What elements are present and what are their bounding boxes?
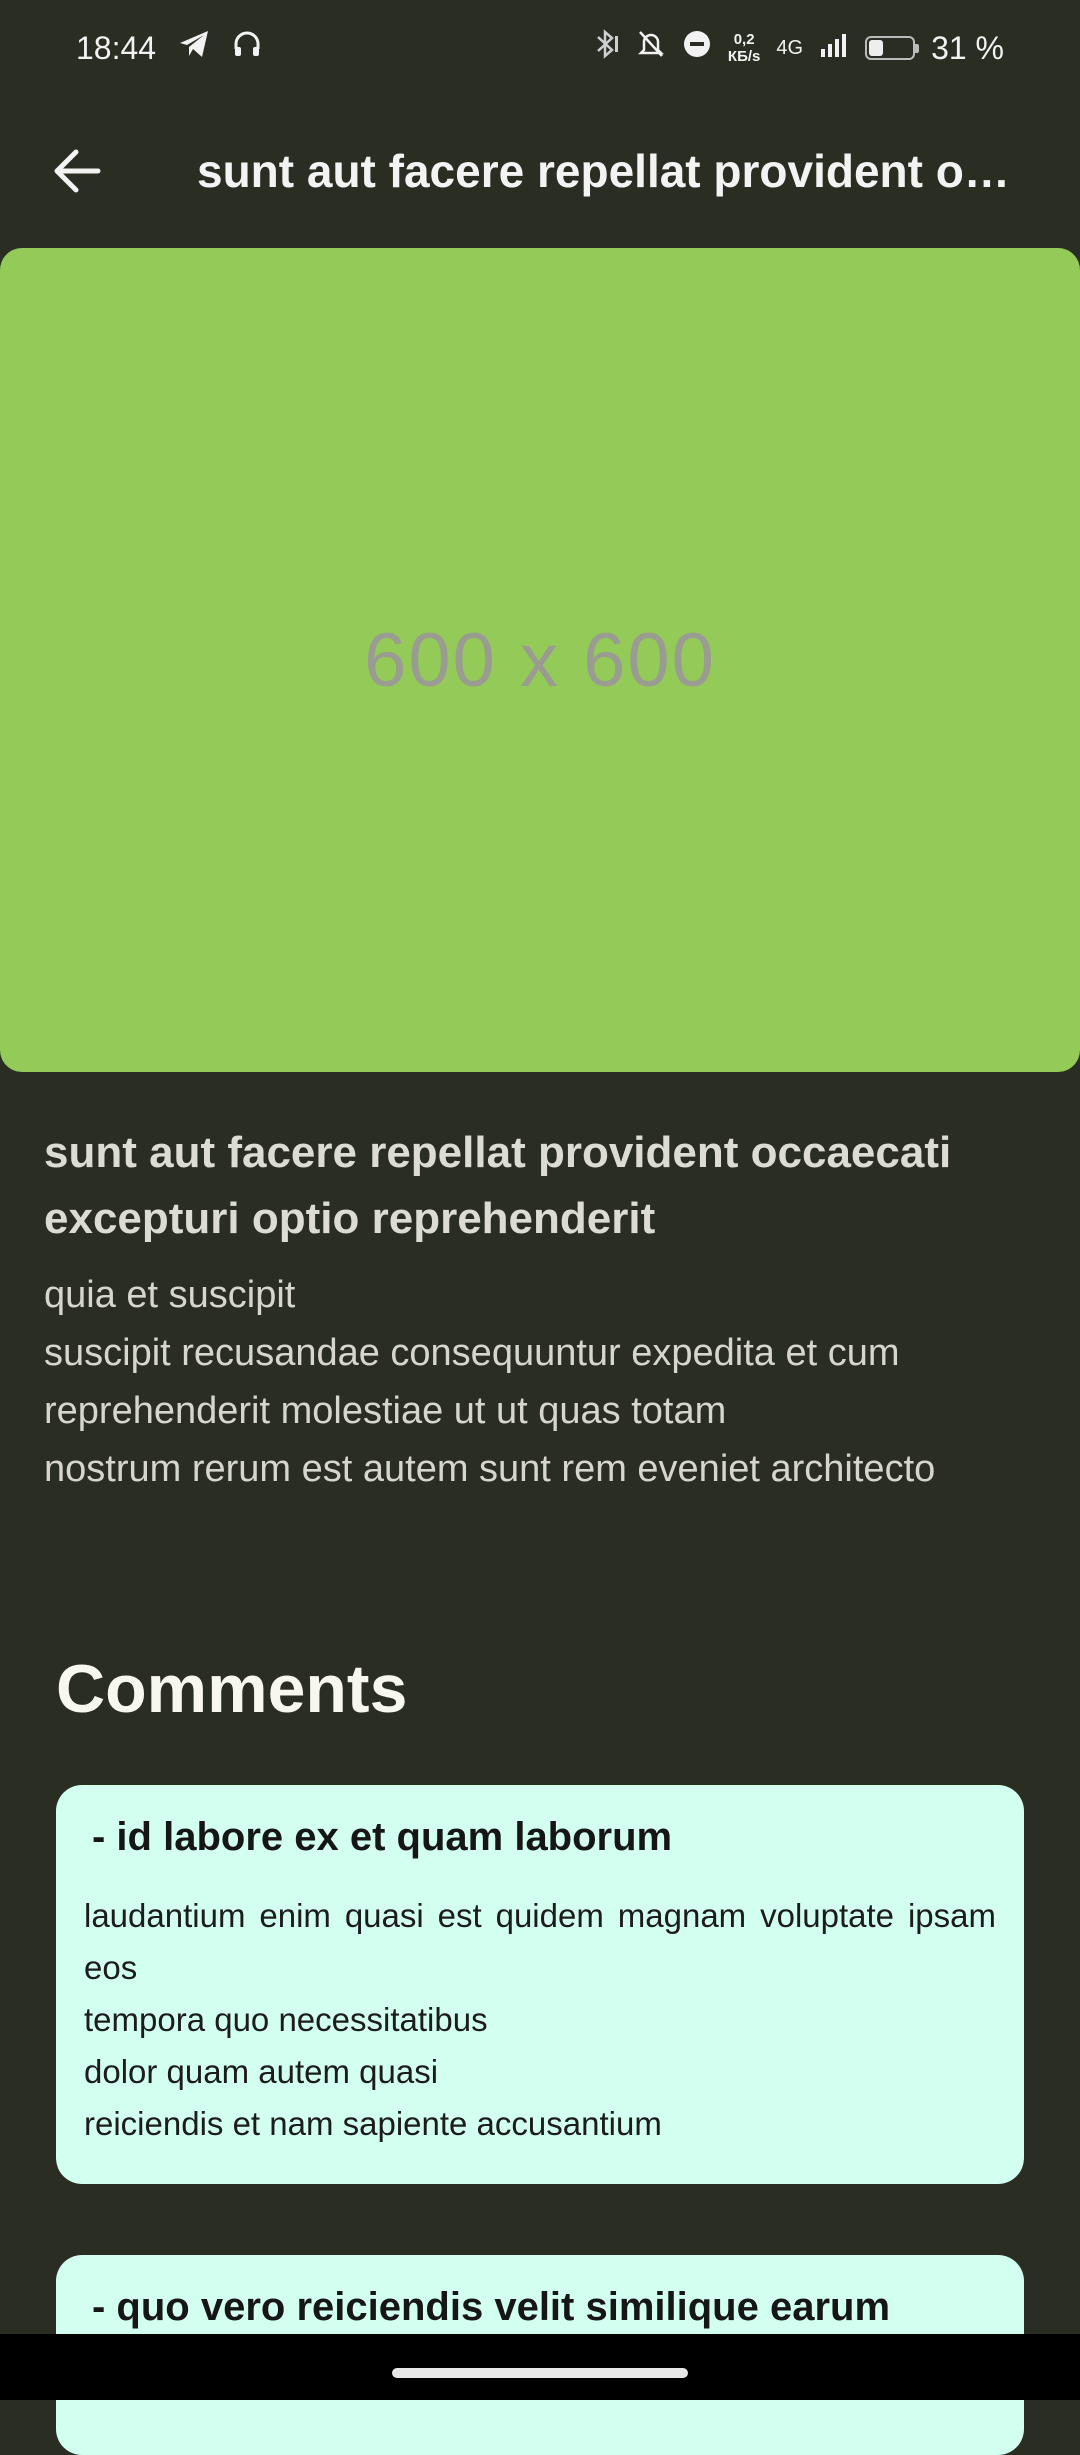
comment-card: - id labore ex et quam laborum laudantiu… xyxy=(56,1785,1024,2184)
do-not-disturb-icon xyxy=(682,29,712,67)
network-speed: 0,2 КБ/s xyxy=(728,31,760,65)
app-bar: sunt aut facere repellat provident occae… xyxy=(0,96,1080,246)
comments-heading: Comments xyxy=(56,1651,408,1727)
battery-icon xyxy=(865,36,920,60)
post-title: sunt aut facere repellat provident occae… xyxy=(44,1128,952,1243)
post-body: quia et suscipit suscipit recusandae con… xyxy=(44,1274,936,1490)
network-speed-unit: КБ/s xyxy=(727,48,761,65)
system-nav-bar xyxy=(0,2334,1080,2400)
comment-body: laudantium enim quasi est quidem magnam … xyxy=(84,1897,996,2142)
network-type: 4G xyxy=(776,36,804,59)
bluetooth-icon xyxy=(594,28,620,68)
mute-bell-icon xyxy=(636,28,666,68)
home-gesture-handle[interactable] xyxy=(392,2368,688,2378)
battery-percent: 31 % xyxy=(931,29,1004,66)
comment-title: - id labore ex et quam laborum xyxy=(92,1815,673,1859)
status-bar: 18:44 0,2 КБ/s 4G 31 % xyxy=(0,0,1080,96)
post-image: 600 x 600 xyxy=(0,248,1080,1072)
telegram-icon xyxy=(178,29,210,67)
post-content: sunt aut facere repellat provident occae… xyxy=(44,1120,1044,1498)
comment-title: - quo vero reiciendis velit similique ea… xyxy=(92,2285,891,2329)
status-time: 18:44 xyxy=(76,29,157,66)
arrow-back-icon xyxy=(54,149,101,193)
signal-icon xyxy=(819,29,849,67)
headphones-icon xyxy=(232,29,262,67)
back-button[interactable] xyxy=(27,121,127,221)
network-speed-value: 0,2 xyxy=(733,31,755,48)
image-placeholder-label: 600 x 600 xyxy=(364,617,716,703)
app-bar-title: sunt aut facere repellat provident occae… xyxy=(197,145,1027,197)
